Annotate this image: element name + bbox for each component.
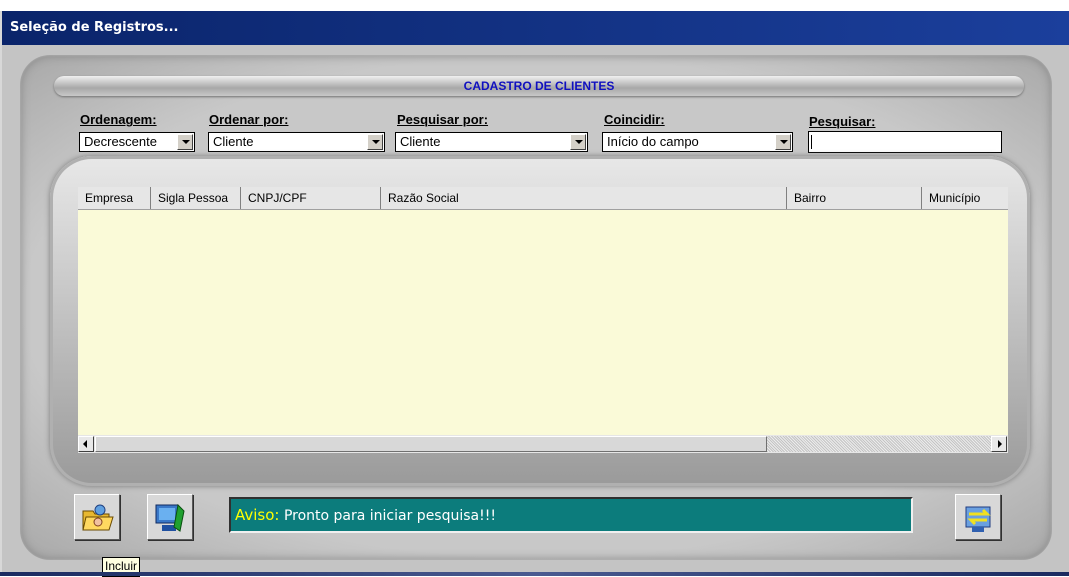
- computer-button[interactable]: [147, 494, 193, 540]
- taskbar-strip: [0, 572, 1069, 576]
- horizontal-scrollbar[interactable]: [78, 435, 1008, 453]
- results-grid[interactable]: Empresa Sigla Pessoa CNPJ/CPF Razão Soci…: [78, 187, 1008, 453]
- status-bar: Aviso: Pronto para iniciar pesquisa!!!: [229, 497, 913, 533]
- scroll-left-icon[interactable]: [78, 436, 94, 452]
- text-caret: [811, 135, 812, 149]
- ordenar-por-value: Cliente: [213, 134, 254, 149]
- column-header-bairro[interactable]: Bairro: [787, 187, 922, 209]
- status-label: Aviso:: [235, 506, 280, 524]
- scroll-thumb[interactable]: [95, 436, 767, 452]
- computer-icon: [155, 503, 185, 532]
- include-button[interactable]: [74, 494, 120, 540]
- search-input[interactable]: [808, 131, 1002, 153]
- folder-open-icon: [82, 504, 114, 531]
- pesquisar-por-label: Pesquisar por:: [397, 112, 489, 127]
- coincidir-select[interactable]: Início do campo: [602, 132, 793, 152]
- coincidir-value: Início do campo: [607, 134, 699, 149]
- coincidir-label: Coincidir:: [604, 112, 665, 127]
- scroll-right-icon[interactable]: [991, 436, 1007, 452]
- section-title: CADASTRO DE CLIENTES: [54, 76, 1024, 96]
- chevron-down-icon[interactable]: [367, 134, 383, 150]
- pesquisar-por-select[interactable]: Cliente: [395, 132, 588, 152]
- pesquisar-por-value: Cliente: [400, 134, 441, 149]
- grid-header: Empresa Sigla Pessoa CNPJ/CPF Razão Soci…: [78, 187, 1008, 210]
- column-header-razao-social[interactable]: Razão Social: [381, 187, 787, 209]
- ordenagem-select[interactable]: Decrescente: [79, 132, 195, 152]
- ordenagem-value: Decrescente: [84, 134, 157, 149]
- exit-button[interactable]: [955, 494, 1001, 540]
- scroll-track[interactable]: [767, 436, 991, 452]
- chevron-down-icon[interactable]: [570, 134, 586, 150]
- column-header-empresa[interactable]: Empresa: [78, 187, 151, 209]
- chevron-down-icon[interactable]: [775, 134, 791, 150]
- chevron-down-icon[interactable]: [177, 134, 193, 150]
- ordenagem-label: Ordenagem:: [80, 112, 157, 127]
- pesquisar-label: Pesquisar:: [809, 114, 876, 129]
- column-header-cnpj-cpf[interactable]: CNPJ/CPF: [241, 187, 381, 209]
- window-title: Seleção de Registros...: [2, 11, 1069, 45]
- column-header-sigla-pessoa[interactable]: Sigla Pessoa: [151, 187, 241, 209]
- ordenar-por-label: Ordenar por:: [209, 112, 289, 127]
- ordenar-por-select[interactable]: Cliente: [208, 132, 385, 152]
- exit-swap-icon: [965, 506, 991, 532]
- status-message: Pronto para iniciar pesquisa!!!: [283, 508, 496, 524]
- column-header-municipio[interactable]: Município: [922, 187, 1008, 209]
